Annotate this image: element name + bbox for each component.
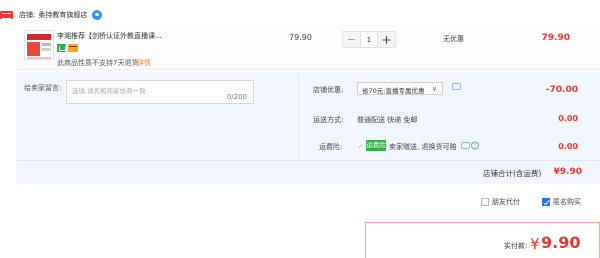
shop-name-link[interactable]: 柔持教育旗舰店 (38, 10, 87, 20)
product-thumbnail[interactable] (24, 30, 54, 60)
return-policy-details-link[interactable]: 详情 (137, 58, 151, 68)
anonymous-buy-option[interactable]: 匿名购买 (542, 197, 581, 207)
shipping-method: 普通配送 快递 免邮 (357, 116, 418, 124)
seller-message-label: 给卖家留言: (24, 84, 62, 92)
shop-total-label: 店铺合计(含运费) (483, 169, 542, 178)
shop-total-value: ¥9.90 (553, 167, 582, 177)
grand-total-value: 9.90 (541, 233, 581, 252)
unit-price: 79.90 (289, 33, 312, 42)
coupon-select[interactable]: 省70元:直播专属优惠 ∨ (357, 82, 443, 95)
card-badge-icon[interactable] (68, 44, 78, 52)
seller-message-counter: 0/200 (226, 93, 247, 101)
coupon-selected-value: 省70元:直播专属优惠 (362, 87, 425, 95)
shipping-label: 运送方式: (313, 116, 344, 124)
return-policy-note: 此商品性质不支持7天退货 (57, 59, 139, 67)
grand-total-currency: ¥ (530, 235, 540, 253)
coupon-amount: -70.00 (545, 85, 578, 95)
chevron-down-icon: ∨ (431, 85, 437, 93)
product-title-link[interactable]: 李湘推荐【剑桥认证外教直播课... (57, 31, 162, 41)
shop-header: 店铺: 柔持教育旗舰店 (0, 8, 103, 22)
quantity-input[interactable]: 1 (360, 32, 378, 47)
insurance-check-icon: ✓ (357, 142, 364, 151)
quantity-decrease-button[interactable]: − (343, 32, 360, 47)
seller-message-input[interactable]: 选填,请先和商家协商一致 0/200 (66, 80, 254, 104)
insurance-badge: 运费险 (366, 140, 386, 151)
seller-message-placeholder: 选填,请先和商家协商一致 (72, 87, 146, 95)
quantity-stepper: − 1 + (342, 31, 396, 48)
shop-tag-icon (0, 11, 13, 19)
friend-pay-checkbox[interactable] (481, 198, 489, 206)
svg-text:?: ? (474, 144, 477, 150)
item-line-total: 79.90 (541, 33, 570, 43)
grand-total-label: 实付款: (504, 242, 528, 250)
coupon-label: 店铺优惠: (313, 86, 344, 94)
shipping-amount: 0.00 (558, 114, 578, 123)
chat-bubble-icon[interactable] (452, 83, 461, 90)
friend-pay-label: 朋友代付 (492, 198, 520, 206)
wangwang-chat-icon[interactable] (92, 10, 103, 20)
shop-label: 店铺: (19, 11, 36, 19)
guarantee-badge-icon[interactable] (57, 44, 66, 52)
friend-pay-option[interactable]: 朋友代付 (481, 197, 520, 207)
insurance-amount: 0.00 (558, 142, 578, 151)
insurance-info-icon[interactable]: ? (461, 141, 481, 150)
anonymous-buy-checkbox[interactable] (542, 198, 550, 206)
panel-divider (298, 74, 299, 162)
insurance-text: 卖家赠送, 退换货可赔 (389, 143, 457, 151)
item-discount: 无优惠 (443, 35, 464, 43)
anonymous-buy-label: 匿名购买 (553, 198, 581, 206)
quantity-increase-button[interactable]: + (378, 32, 395, 47)
insurance-label: 运费险: (319, 143, 343, 151)
